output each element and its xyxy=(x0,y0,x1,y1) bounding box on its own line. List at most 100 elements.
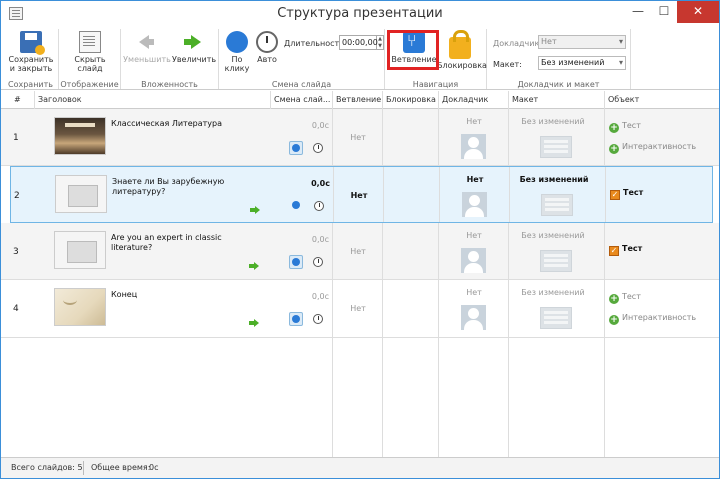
arrow-right-icon xyxy=(183,31,205,53)
table-row[interactable]: 1 Классическая Литература 0,0с Нет Нет Б… xyxy=(1,109,719,166)
plus-icon: + xyxy=(609,315,619,325)
lock-button[interactable]: Блокировка xyxy=(437,30,487,70)
close-button[interactable]: ✕ xyxy=(677,1,719,23)
layout-value: Без изменений xyxy=(521,288,585,297)
transition-time: 0,0с xyxy=(311,235,329,244)
col-narrator[interactable]: Докладчик xyxy=(439,91,509,109)
table-row[interactable]: 4 Конец 0,0с Нет Нет Без изменений + Тест… xyxy=(1,280,719,338)
decrease-nesting-button[interactable]: Уменьшить xyxy=(123,31,171,64)
increase-label: Увеличить xyxy=(171,55,217,64)
maximize-button[interactable]: ☐ xyxy=(651,1,677,23)
layout-dropdown[interactable]: Без изменений xyxy=(538,56,626,70)
narrator-avatar-icon[interactable] xyxy=(462,192,487,217)
slide-thumbnail[interactable] xyxy=(54,117,106,155)
group-save: Сохранить и закрыть Сохранить xyxy=(3,29,59,89)
branch-value[interactable]: Нет xyxy=(335,133,381,142)
group-nesting-label: Вложенность xyxy=(141,80,198,89)
ribbon: Сохранить и закрыть Сохранить Скрыть сла… xyxy=(1,27,719,90)
on-click-icon[interactable] xyxy=(290,199,304,213)
narrator-value: Нет xyxy=(466,117,482,126)
col-object[interactable]: Объект xyxy=(605,91,713,109)
timer-icon[interactable] xyxy=(313,143,323,153)
row-number: 4 xyxy=(13,304,19,314)
group-narrator-layout-label: Докладчик и макет xyxy=(517,80,600,89)
table-row[interactable]: 2 Знаете ли Вы зарубежную литературу? 0,… xyxy=(10,166,713,223)
narrator-avatar-icon[interactable] xyxy=(461,305,486,330)
table-header: # Заголовок Смена слай... Ветвление Блок… xyxy=(1,91,719,109)
layout-value: Без изменений xyxy=(519,175,589,184)
layout-icon[interactable] xyxy=(540,307,572,329)
total-slides: Всего слайдов: 5 xyxy=(11,463,83,472)
total-time-label: Общее время: xyxy=(91,463,151,472)
title-bar: Структура презентации — ☐ ✕ xyxy=(1,1,719,27)
transition-time: 0,0с xyxy=(311,121,329,130)
slide-title: Классическая Литература xyxy=(111,119,222,128)
branch-value[interactable]: Нет xyxy=(335,247,381,256)
on-click-icon[interactable] xyxy=(289,312,303,326)
slide-thumbnail[interactable] xyxy=(54,231,106,269)
object-test[interactable]: + Тест xyxy=(609,121,641,133)
col-lock[interactable]: Блокировка xyxy=(383,91,439,109)
on-click-label: По клику xyxy=(224,55,250,73)
on-click-icon[interactable] xyxy=(289,255,303,269)
save-close-button[interactable]: Сохранить и закрыть xyxy=(5,31,57,73)
layout-icon[interactable] xyxy=(540,136,572,158)
narrator-value: Нет xyxy=(466,231,482,240)
duration-input[interactable]: 00:00,00 xyxy=(339,35,378,50)
group-transition-label: Смена слайда xyxy=(271,80,332,89)
lock-label: Блокировка xyxy=(437,61,487,70)
group-display-label: Отображение xyxy=(60,80,119,89)
checkbox-icon: ✓ xyxy=(609,246,619,256)
auto-label: Авто xyxy=(257,55,277,64)
arrow-right-icon xyxy=(249,262,259,270)
slide-thumbnail[interactable] xyxy=(55,175,107,213)
branch-value[interactable]: Нет xyxy=(336,191,382,200)
narrator-avatar-icon[interactable] xyxy=(461,248,486,273)
duration-spinner[interactable]: ▲ ▼ xyxy=(377,35,384,50)
decrease-label: Уменьшить xyxy=(123,55,171,64)
table-row[interactable]: 3 Are you an expert in classic literatur… xyxy=(1,223,719,280)
on-click-icon[interactable] xyxy=(289,141,303,155)
group-display: Скрыть слайд Отображение xyxy=(59,29,121,89)
timer-icon[interactable] xyxy=(314,201,324,211)
object-test[interactable]: ✓ Тест xyxy=(610,188,643,200)
layout-icon[interactable] xyxy=(541,194,573,216)
narrator-avatar-icon[interactable] xyxy=(461,134,486,159)
col-branching[interactable]: Ветвление xyxy=(333,91,383,109)
layout-icon[interactable] xyxy=(540,250,572,272)
object-test[interactable]: ✓ Тест xyxy=(609,244,642,256)
arrow-right-icon xyxy=(249,319,259,327)
branch-value[interactable]: Нет xyxy=(335,304,381,313)
row-number: 1 xyxy=(13,133,19,143)
slide-title: Are you an expert in classic literature? xyxy=(111,233,222,252)
narrator-value: Нет xyxy=(466,175,484,184)
save-icon xyxy=(20,31,45,55)
hide-slide-button[interactable]: Скрыть слайд xyxy=(73,31,107,73)
transition-time: 0,0с xyxy=(311,292,329,301)
slide-thumbnail[interactable] xyxy=(54,288,106,326)
group-nesting: Уменьшить Увеличить Вложенность xyxy=(121,29,219,89)
auto-button[interactable]: Авто xyxy=(253,31,281,64)
object-test[interactable]: + Тест xyxy=(609,292,641,304)
on-click-button[interactable]: По клику xyxy=(223,31,251,73)
timer-icon[interactable] xyxy=(313,314,323,324)
col-transition[interactable]: Смена слай... xyxy=(271,91,333,109)
object-interactivity[interactable]: + Интерактивность xyxy=(609,142,696,154)
col-title[interactable]: Заголовок xyxy=(35,91,271,109)
object-interactivity[interactable]: + Интерактивность xyxy=(609,313,696,325)
layout-label: Макет: xyxy=(493,60,522,69)
narrator-value: Нет xyxy=(466,288,482,297)
col-layout[interactable]: Макет xyxy=(509,91,605,109)
mouse-click-icon xyxy=(226,31,248,53)
minimize-button[interactable]: — xyxy=(625,1,651,23)
structure-window: Структура презентации — ☐ ✕ Сохранить и … xyxy=(0,0,720,479)
duration-label: Длительность: xyxy=(284,39,347,48)
plus-icon: + xyxy=(609,294,619,304)
plus-icon: + xyxy=(609,144,619,154)
layout-value: Без изменений xyxy=(521,231,585,240)
timer-icon[interactable] xyxy=(313,257,323,267)
narrator-dropdown[interactable]: Нет xyxy=(538,35,626,49)
row-number: 3 xyxy=(13,247,19,257)
increase-nesting-button[interactable]: Увеличить xyxy=(171,31,217,64)
hide-slide-label: Скрыть слайд xyxy=(74,55,106,73)
